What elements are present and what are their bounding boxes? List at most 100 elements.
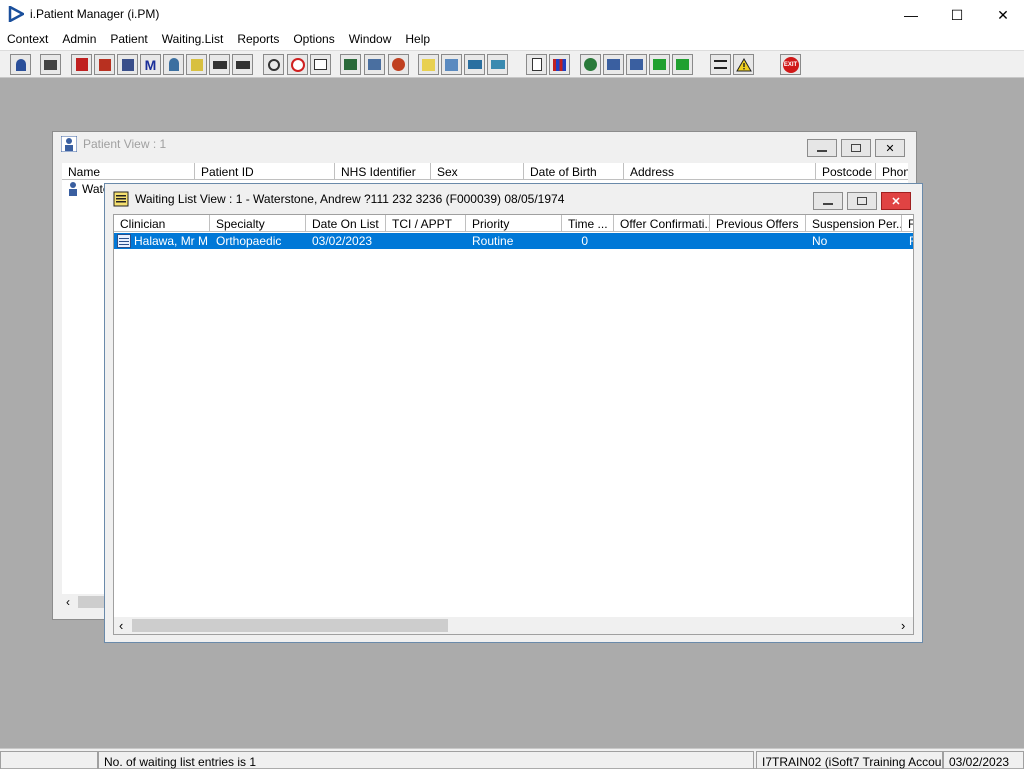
printer-icon[interactable] (40, 54, 61, 75)
patient-view-hscroll[interactable]: ‹ (62, 594, 108, 610)
waiting-list-titlebar: Waiting List View : 1 - Waterstone, Andr… (105, 184, 922, 214)
scroll-thumb[interactable] (78, 596, 104, 608)
close-icon: ✕ (885, 142, 895, 155)
waiting-list-hscroll[interactable]: ‹ › (114, 617, 913, 634)
app-titlebar: i.Patient Manager (i.PM) — ☐ ✕ (0, 0, 1024, 30)
col-offer-confirmation[interactable]: Offer Confirmati... (614, 215, 710, 232)
check-doc-icon[interactable] (626, 54, 647, 75)
globe-icon[interactable] (580, 54, 601, 75)
app-logo-icon (8, 6, 24, 22)
cell-priority: Routine (472, 234, 514, 248)
book-icon[interactable] (71, 54, 92, 75)
menu-waiting-list[interactable]: Waiting.List (155, 30, 231, 50)
exit-icon[interactable]: EXIT (780, 54, 801, 75)
scroll-left-icon[interactable]: ‹ (119, 618, 123, 633)
cell-extra: F (909, 234, 913, 248)
bed-icon[interactable] (487, 54, 508, 75)
col-phone[interactable]: Phon (876, 163, 908, 180)
compass-icon[interactable] (388, 54, 409, 75)
col-extra[interactable]: F (902, 215, 913, 232)
green-arrow-icon[interactable] (649, 54, 670, 75)
cell-tci-appt (388, 233, 466, 249)
cell-previous-offers (712, 233, 806, 249)
col-address[interactable]: Address (624, 163, 816, 180)
chart-icon[interactable] (549, 54, 570, 75)
waiting-list-minimize-button[interactable] (813, 192, 843, 210)
col-tci-appt[interactable]: TCI / APPT (386, 215, 466, 232)
menu-reports[interactable]: Reports (230, 30, 286, 50)
search-doc-icon[interactable] (263, 54, 284, 75)
menu-help[interactable]: Help (398, 30, 437, 50)
col-patient-id[interactable]: Patient ID (195, 163, 335, 180)
chat-icon[interactable] (603, 54, 624, 75)
restore-icon (857, 197, 867, 205)
patient-icon (69, 182, 77, 196)
menu-admin[interactable]: Admin (55, 30, 103, 50)
col-nhs-identifier[interactable]: NHS Identifier (335, 163, 431, 180)
patient-search-icon[interactable] (10, 54, 31, 75)
cell-clinician: Halawa, Mr M (134, 234, 209, 248)
col-suspension-period[interactable]: Suspension Per... (806, 215, 902, 232)
menu-window[interactable]: Window (342, 30, 399, 50)
col-clinician[interactable]: Clinician (114, 215, 210, 232)
minimize-icon: — (904, 7, 918, 23)
patient-view-minimize-button[interactable] (807, 139, 837, 157)
transfer-icon[interactable] (209, 54, 230, 75)
col-name[interactable]: Name (62, 163, 195, 180)
green-check-icon[interactable] (672, 54, 693, 75)
note-icon[interactable] (418, 54, 439, 75)
car-icon[interactable] (464, 54, 485, 75)
cell-time: 0 (581, 234, 588, 248)
col-sex[interactable]: Sex (431, 163, 524, 180)
patient-view-title: Patient View : 1 (83, 137, 167, 151)
note-check-icon[interactable] (441, 54, 462, 75)
waiting-list-restore-button[interactable] (847, 192, 877, 210)
status-bar: No. of waiting list entries is 1 I7TRAIN… (0, 748, 1024, 769)
table-row[interactable]: Halawa, Mr M Orthopaedic 03/02/2023 Rout… (114, 233, 913, 249)
minimize-icon (823, 203, 833, 205)
clock-icon[interactable] (287, 54, 308, 75)
menu-context[interactable]: Context (0, 30, 55, 50)
col-postcode[interactable]: Postcode (816, 163, 876, 180)
minimize-button[interactable]: — (888, 0, 934, 30)
col-date-of-birth[interactable]: Date of Birth (524, 163, 624, 180)
patient-view-close-button[interactable]: ✕ (875, 139, 905, 157)
col-date-on-list[interactable]: Date On List (306, 215, 386, 232)
form-icon[interactable] (310, 54, 331, 75)
blank-doc-icon[interactable] (526, 54, 547, 75)
person-icon[interactable] (163, 54, 184, 75)
scroll-left-icon: ‹ (66, 595, 70, 609)
cell-specialty: Orthopaedic (216, 234, 282, 248)
list-document-icon (113, 191, 129, 207)
image-icon[interactable] (340, 54, 361, 75)
referral-icon[interactable] (94, 54, 115, 75)
patient-view-restore-button[interactable] (841, 139, 871, 157)
scroll-thumb[interactable] (132, 619, 448, 632)
swap-icon[interactable] (710, 54, 731, 75)
menu-options[interactable]: Options (286, 30, 341, 50)
close-icon: ✕ (891, 195, 901, 208)
cell-offer-confirmation (616, 233, 710, 249)
camera-icon[interactable] (232, 54, 253, 75)
close-icon: ✕ (997, 6, 1009, 23)
col-time[interactable]: Time ... (562, 215, 614, 232)
restore-icon (851, 144, 861, 152)
status-message: No. of waiting list entries is 1 (98, 751, 754, 769)
menu-patient[interactable]: Patient (103, 30, 154, 50)
col-specialty[interactable]: Specialty (210, 215, 306, 232)
letter-icon[interactable] (364, 54, 385, 75)
menu-bar: Context Admin Patient Waiting.List Repor… (0, 30, 1024, 50)
warning-icon[interactable] (733, 54, 754, 75)
row-entry-icon (117, 234, 131, 248)
close-button[interactable]: ✕ (980, 0, 1024, 30)
maximize-button[interactable]: ☐ (934, 0, 980, 30)
cell-date-on-list: 03/02/2023 (312, 234, 373, 248)
col-previous-offers[interactable]: Previous Offers (710, 215, 806, 232)
m-icon[interactable]: M (140, 54, 161, 75)
scroll-right-icon[interactable]: › (901, 618, 905, 633)
waiting-list-title: Waiting List View : 1 - Waterstone, Andr… (135, 192, 565, 206)
waiting-list-close-button[interactable]: ✕ (881, 192, 911, 210)
document-icon[interactable] (117, 54, 138, 75)
notes-icon[interactable] (186, 54, 207, 75)
col-priority[interactable]: Priority (466, 215, 562, 232)
